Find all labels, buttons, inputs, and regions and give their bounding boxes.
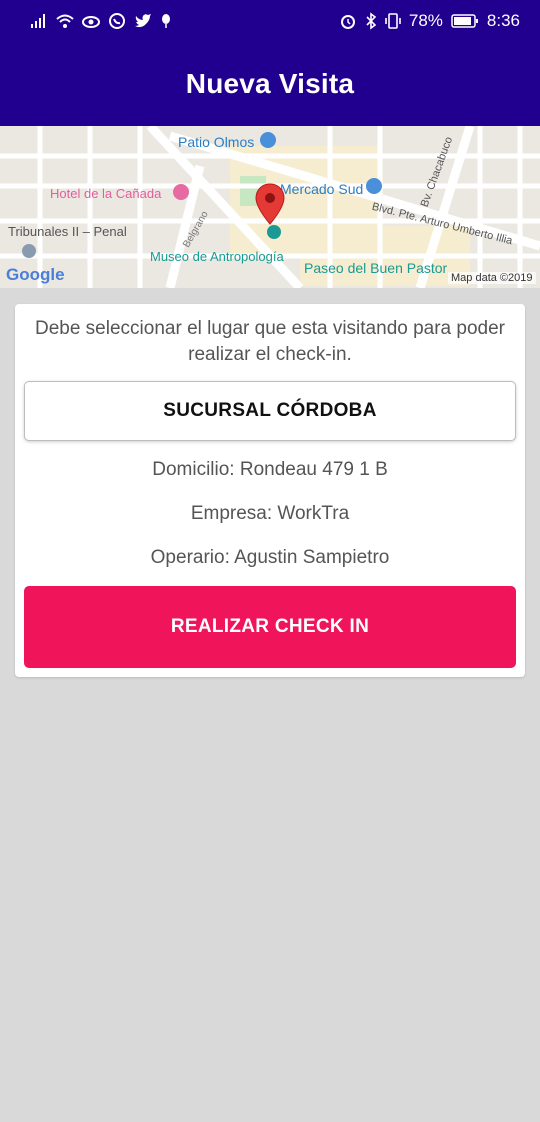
museum-pin-icon xyxy=(267,225,281,239)
page-title: Nueva Visita xyxy=(185,68,355,99)
government-pin-icon xyxy=(22,244,36,258)
map-label-patio-olmos: Patio Olmos xyxy=(178,134,255,150)
map-label-paseo: Paseo del Buen Pastor xyxy=(304,260,448,276)
hotel-pin-icon xyxy=(173,184,189,200)
map-label-hotel: Hotel de la Cañada xyxy=(50,186,162,201)
wifi-icon xyxy=(56,13,74,29)
market-pin-icon xyxy=(366,178,382,194)
app-header: 78% 8:36 Nueva Visita xyxy=(0,0,540,126)
map-attribution: Map data ©2019 xyxy=(448,272,536,284)
map-label-museo: Museo de Antropología xyxy=(150,249,284,264)
company-text: Empresa: WorkTra xyxy=(190,503,350,524)
eye-icon xyxy=(82,13,100,29)
bluetooth-icon xyxy=(365,12,377,30)
checkin-button[interactable]: REALIZAR CHECK IN xyxy=(24,586,516,668)
operator-text: Operario: Agustin Sampietro xyxy=(150,547,390,568)
address-text: Domicilio: Rondeau 479 1 B xyxy=(152,459,388,480)
status-bar: 78% 8:36 xyxy=(0,0,540,42)
signal-icon xyxy=(30,13,48,29)
map-view[interactable]: Patio Olmos Hotel de la Cañada Mercado S… xyxy=(0,126,540,288)
map-label-mercado-sud: Mercado Sud xyxy=(280,181,364,197)
shopping-pin-icon xyxy=(260,132,276,148)
battery-percentage: 78% xyxy=(408,11,443,30)
map-label-tribunales: Tribunales II – Penal xyxy=(8,224,127,239)
alarm-icon xyxy=(339,12,357,30)
clock-time: 8:36 xyxy=(486,11,520,30)
balloon-icon xyxy=(160,13,172,29)
whatsapp-icon xyxy=(108,12,126,30)
twitter-icon xyxy=(134,13,152,29)
instructions-text: Debe seleccionar el lugar que esta visit… xyxy=(34,318,506,365)
google-logo: Google xyxy=(6,265,65,284)
visit-card: Debe seleccionar el lugar que esta visit… xyxy=(15,304,525,677)
battery-icon xyxy=(451,13,479,29)
select-branch-button[interactable]: SUCURSAL CÓRDOBA xyxy=(24,381,516,441)
vibrate-icon xyxy=(385,12,401,30)
